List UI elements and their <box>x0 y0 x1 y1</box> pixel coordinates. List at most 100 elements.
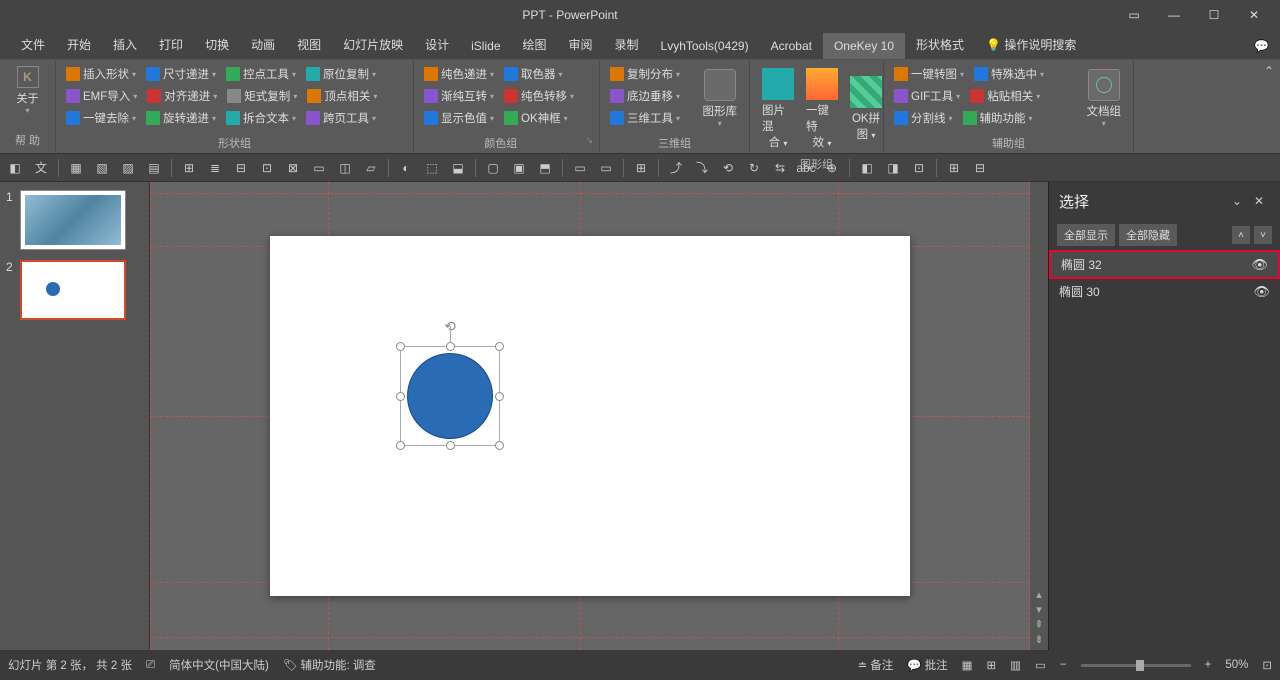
tab-录制[interactable]: 录制 <box>604 30 650 59</box>
slide-canvas[interactable]: ⟲ <box>150 182 1030 650</box>
tab-Acrobat[interactable]: Acrobat <box>760 33 823 59</box>
resize-handle[interactable] <box>396 441 405 450</box>
close-icon[interactable]: ✕ <box>1234 0 1274 30</box>
ribbon-矩式复制[interactable]: 矩式复制▾ <box>223 86 301 106</box>
ribbon-拆合文本[interactable]: 拆合文本▾ <box>222 108 300 128</box>
qat-icon[interactable]: ⊡ <box>908 157 930 179</box>
notes-button[interactable]: ≐备注 <box>858 657 894 673</box>
about-label[interactable]: 关于 <box>17 90 39 106</box>
tab-插入[interactable]: 插入 <box>102 30 148 59</box>
ribbon-辅助功能[interactable]: 辅助功能▾ <box>959 108 1037 128</box>
sorter-view-icon[interactable]: ⊞ <box>987 658 997 672</box>
ribbon-复制分布[interactable]: 复制分布▾ <box>606 64 684 84</box>
ribbon-GIF工具[interactable]: GIF工具▾ <box>890 86 964 106</box>
dialog-launcher-icon[interactable]: ↘ <box>585 135 593 146</box>
spellcheck-icon[interactable]: ⎚ <box>146 659 155 672</box>
language-label[interactable]: 简体中文(中国大陆) <box>169 657 269 673</box>
qat-icon[interactable]: ◐ <box>395 157 417 179</box>
qat-icon[interactable]: ◧ <box>4 157 26 179</box>
qat-icon[interactable]: ⊠ <box>282 157 304 179</box>
qat-icon[interactable]: ⟲ <box>717 157 739 179</box>
ribbon-渐纯互转[interactable]: 渐纯互转▾ <box>420 86 498 106</box>
slide-thumbnail-1[interactable] <box>20 190 126 250</box>
comments-tab-icon[interactable]: 💬 <box>1243 33 1280 59</box>
ribbon-三维工具[interactable]: 三维工具▾ <box>606 108 684 128</box>
tab-切换[interactable]: 切换 <box>194 30 240 59</box>
ribbon-显示色值[interactable]: 显示色值▾ <box>420 108 498 128</box>
tab-幻灯片放映[interactable]: 幻灯片放映 <box>332 30 414 59</box>
next-slide-icon[interactable]: ⇟ <box>1034 633 1043 646</box>
move-up-icon[interactable]: ˄ <box>1232 226 1250 244</box>
selection-item[interactable]: 椭圆 32👁 <box>1049 250 1280 279</box>
comments-button[interactable]: 💬批注 <box>907 657 947 673</box>
resize-handle[interactable] <box>446 342 455 351</box>
qat-icon[interactable]: ⊟ <box>230 157 252 179</box>
qat-icon[interactable]: ⊕ <box>821 157 843 179</box>
slideshow-view-icon[interactable]: ▭ <box>1035 658 1046 672</box>
minimize-icon[interactable]: — <box>1154 0 1194 30</box>
ribbon-display-icon[interactable]: ▭ <box>1114 0 1154 30</box>
tab-iSlide[interactable]: iSlide <box>460 33 511 59</box>
tab-开始[interactable]: 开始 <box>56 30 102 59</box>
ribbon-取色器[interactable]: 取色器▾ <box>500 64 567 84</box>
qat-icon[interactable]: 文 <box>30 157 52 179</box>
selected-shape[interactable]: ⟲ <box>400 346 500 446</box>
ribbon-一键去除[interactable]: 一键去除▾ <box>62 108 140 128</box>
qat-icon[interactable]: ⤵ <box>691 157 713 179</box>
ellipse-shape[interactable] <box>407 353 493 439</box>
tab-绘图[interactable]: 绘图 <box>512 30 558 59</box>
tab-OneKey 10[interactable]: OneKey 10 <box>823 33 905 59</box>
qat-icon[interactable]: ⬓ <box>447 157 469 179</box>
collapse-ribbon-icon[interactable]: ⌃ <box>1264 64 1274 78</box>
ribbon-顶点相关[interactable]: 顶点相关▾ <box>303 86 381 106</box>
qat-icon[interactable]: ▭ <box>308 157 330 179</box>
qat-icon[interactable]: ⬒ <box>534 157 556 179</box>
one-click-fx-button[interactable]: 一键特效 ▾ <box>800 64 844 154</box>
ribbon-纯色转移[interactable]: 纯色转移▾ <box>500 86 578 106</box>
ribbon-跨页工具[interactable]: 跨页工具▾ <box>302 108 380 128</box>
ribbon-原位复制[interactable]: 原位复制▾ <box>302 64 380 84</box>
ok-puzzle-button[interactable]: OK拼图 ▾ <box>844 64 888 154</box>
slide-thumbnail-2[interactable] <box>20 260 126 320</box>
tab-设计[interactable]: 设计 <box>414 30 460 59</box>
normal-view-icon[interactable]: ▦ <box>962 658 973 672</box>
show-all-button[interactable]: 全部显示 <box>1057 224 1115 246</box>
hide-all-button[interactable]: 全部隐藏 <box>1119 224 1177 246</box>
ribbon-纯色递进[interactable]: 纯色递进▾ <box>420 64 498 84</box>
ribbon-粘贴相关[interactable]: 粘贴相关▾ <box>966 86 1044 106</box>
tab-LvyhTools(0429)[interactable]: LvyhTools(0429) <box>650 33 760 59</box>
qat-icon[interactable]: ▨ <box>117 157 139 179</box>
a11y-button[interactable]: 🏷辅助功能: 调查 <box>283 657 376 673</box>
addon-logo-icon[interactable]: K <box>17 66 39 88</box>
scroll-up-icon[interactable]: ▴ <box>1036 588 1042 601</box>
tab-文件[interactable]: 文件 <box>10 30 56 59</box>
qat-icon[interactable]: ↻ <box>743 157 765 179</box>
zoom-level[interactable]: 50% <box>1225 659 1248 671</box>
zoom-in-icon[interactable]: + <box>1205 659 1212 671</box>
prev-slide-icon[interactable]: ⇞ <box>1034 618 1043 631</box>
qat-icon[interactable]: ⤴ <box>665 157 687 179</box>
qat-icon[interactable]: ▣ <box>508 157 530 179</box>
zoom-slider[interactable] <box>1081 664 1191 667</box>
qat-icon[interactable]: ⊟ <box>969 157 991 179</box>
qat-icon[interactable]: ▧ <box>91 157 113 179</box>
qat-icon[interactable]: ⊞ <box>943 157 965 179</box>
shape-library-button[interactable]: 图形库 ▾ <box>697 64 744 133</box>
ribbon-底边垂移[interactable]: 底边垂移▾ <box>606 86 684 106</box>
qat-icon[interactable]: ≣ <box>204 157 226 179</box>
qat-icon[interactable]: ◫ <box>334 157 356 179</box>
resize-handle[interactable] <box>446 441 455 450</box>
selection-item[interactable]: 椭圆 30👁 <box>1049 279 1280 304</box>
visibility-toggle-icon[interactable]: 👁 <box>1251 257 1268 273</box>
qat-icon[interactable]: abc <box>795 157 817 179</box>
qat-icon[interactable]: ▭ <box>595 157 617 179</box>
ribbon-尺寸递进[interactable]: 尺寸递进▾ <box>142 64 220 84</box>
resize-handle[interactable] <box>495 441 504 450</box>
resize-handle[interactable] <box>396 392 405 401</box>
ribbon-旋转递进[interactable]: 旋转递进▾ <box>142 108 220 128</box>
vertical-scrollbar[interactable]: ▴ ▾ ⇞ ⇟ <box>1030 182 1048 650</box>
resize-handle[interactable] <box>495 342 504 351</box>
qat-icon[interactable]: ▱ <box>360 157 382 179</box>
ribbon-控点工具[interactable]: 控点工具▾ <box>222 64 300 84</box>
ribbon-一键转图[interactable]: 一键转图▾ <box>890 64 968 84</box>
